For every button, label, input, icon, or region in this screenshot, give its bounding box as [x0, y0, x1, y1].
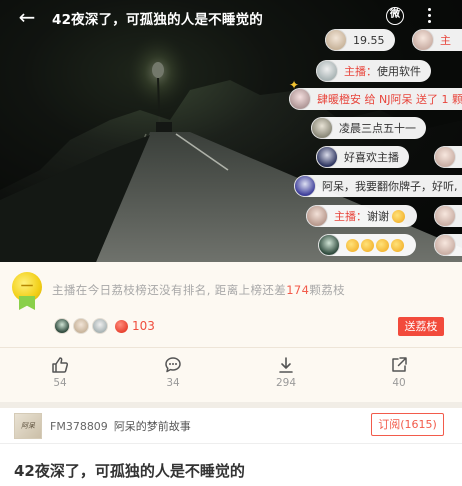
avatar[interactable]	[289, 88, 311, 110]
download-button[interactable]: 294	[261, 356, 311, 389]
share-icon	[392, 357, 407, 372]
top-bar: ← 42夜深了，可孤独的人是不睡觉的 微	[0, 0, 462, 34]
chat-message[interactable]	[434, 234, 462, 256]
more-options-icon[interactable]	[424, 7, 434, 27]
avatar[interactable]	[316, 146, 338, 168]
channel-row[interactable]: 阿呆 FM378809 阿呆的梦前故事 订阅(1615)	[0, 408, 462, 444]
comment-count: 34	[166, 377, 180, 389]
chat-message[interactable]: 19.55	[325, 29, 395, 51]
like-count: 54	[53, 377, 67, 389]
thumbs-up-icon	[52, 357, 69, 373]
chat-message[interactable]: 主播： 使用软件	[316, 60, 431, 82]
medal-icon: 一	[12, 272, 42, 310]
chat-message[interactable]: 主	[412, 29, 462, 51]
avatar[interactable]	[311, 117, 333, 139]
chat-message[interactable]	[318, 234, 416, 256]
litchi-count: 103	[132, 319, 155, 333]
litchi-icon	[115, 319, 128, 333]
chat-text: 19.55	[353, 33, 385, 47]
episode-title: 42夜深了，可孤独的人是不睡觉的	[14, 462, 245, 480]
app-screen: ← 42夜深了，可孤独的人是不睡觉的 微 19.55 主 主播： 使用软件 ✦ …	[0, 0, 462, 486]
chat-text: 凌晨三点五十一	[339, 122, 416, 135]
rank-prefix: 主播在今日荔枝榜还没有排名, 距离上榜还差	[52, 283, 287, 297]
chat-user: 主播：	[334, 210, 367, 223]
avatar[interactable]	[434, 205, 456, 227]
video-player[interactable]: ← 42夜深了，可孤独的人是不睡觉的 微 19.55 主 主播： 使用软件 ✦ …	[0, 0, 462, 262]
rank-number: 174	[286, 283, 310, 297]
smile-emoji-icon	[361, 238, 374, 252]
channel-id: FM378809	[50, 420, 108, 433]
contributor-avatar[interactable]	[92, 318, 108, 334]
avatar[interactable]	[318, 234, 340, 256]
download-count: 294	[275, 377, 297, 389]
smile-emoji-icon	[376, 238, 389, 252]
avatar[interactable]	[316, 60, 338, 82]
channel-name: 阿呆的梦前故事	[113, 420, 191, 433]
weibo-share-icon[interactable]: 微	[386, 7, 404, 25]
avatar[interactable]	[434, 234, 456, 256]
rank-status: 主播在今日荔枝榜还没有排名, 距离上榜还差174颗荔枝	[52, 282, 345, 298]
gift-message[interactable]: 肆暖橙安 给 NJ阿呆 送了 1 颗	[289, 88, 462, 110]
share-button[interactable]: 40	[374, 356, 424, 389]
action-bar: 54 34 294 40	[0, 348, 462, 402]
avatar[interactable]	[325, 29, 347, 51]
comment-icon	[165, 357, 181, 373]
chat-message[interactable]	[434, 146, 462, 168]
chat-message[interactable]: 主播： 谢谢	[306, 205, 417, 227]
like-button[interactable]: 54	[35, 356, 85, 389]
contributors[interactable]: 103	[54, 318, 155, 334]
chat-message[interactable]: 凌晨三点五十一	[311, 117, 426, 139]
channel-info[interactable]: FM378809 阿呆的梦前故事	[50, 418, 191, 434]
chat-text: 主	[440, 34, 451, 47]
chat-user: 主播：	[344, 65, 377, 78]
chat-text: 使用软件	[377, 65, 421, 78]
chat-message[interactable]	[434, 205, 462, 227]
page-title: 42夜深了，可孤独的人是不睡觉的	[52, 12, 263, 28]
chat-text: 谢谢	[367, 210, 389, 223]
contributor-avatar[interactable]	[54, 318, 70, 334]
avatar[interactable]	[294, 175, 316, 197]
chat-text: 阿呆，我要翻你牌子，好听,	[322, 180, 458, 193]
chat-text: 好喜欢主播	[344, 151, 399, 164]
contributor-avatar[interactable]	[73, 318, 89, 334]
avatar[interactable]	[434, 146, 456, 168]
comment-button[interactable]: 34	[148, 356, 198, 389]
blush-emoji-icon	[392, 209, 405, 223]
smile-emoji-icon	[391, 238, 404, 252]
chat-message[interactable]: 好喜欢主播	[316, 146, 409, 168]
send-litchi-button[interactable]: 送荔枝	[398, 317, 444, 336]
channel-logo[interactable]: 阿呆	[14, 413, 42, 439]
download-icon	[279, 357, 293, 373]
subscribe-button[interactable]: 订阅(1615)	[371, 413, 444, 436]
chat-text: 肆暖橙安 给 NJ阿呆 送了 1 颗	[317, 93, 462, 106]
litchi-panel: 一 主播在今日荔枝榜还没有排名, 距离上榜还差174颗荔枝 103 送荔枝	[0, 262, 462, 348]
rank-suffix: 颗荔枝	[309, 283, 346, 297]
share-count: 40	[392, 377, 406, 389]
chat-message[interactable]: 阿呆，我要翻你牌子，好听,	[294, 175, 462, 197]
avatar[interactable]	[412, 29, 434, 51]
avatar[interactable]	[306, 205, 328, 227]
smile-emoji-icon	[346, 238, 359, 252]
back-arrow-icon[interactable]: ←	[14, 5, 40, 31]
